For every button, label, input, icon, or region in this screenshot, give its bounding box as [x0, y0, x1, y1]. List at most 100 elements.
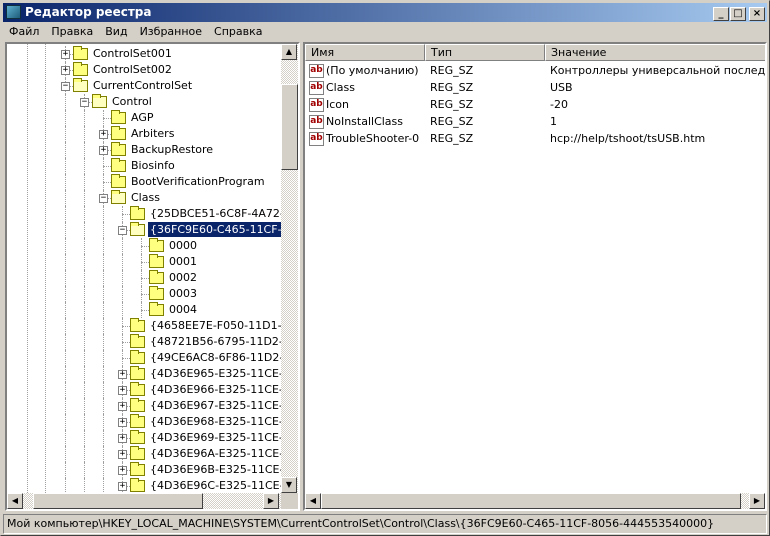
column-header-data[interactable]: Значение	[545, 44, 765, 61]
tree-node[interactable]: + ControlSet001	[7, 46, 277, 62]
tree-node-label[interactable]: 0004	[167, 302, 199, 317]
tree-node-label[interactable]: {4D36E96B-E325-11CE-BFC	[148, 462, 298, 477]
tree-node[interactable]: 0003	[7, 286, 277, 302]
tree-node[interactable]: − CurrentControlSet	[7, 78, 277, 94]
tree-node[interactable]: AGP	[7, 110, 277, 126]
tree-node-label[interactable]: ControlSet001	[91, 46, 174, 61]
tree-node[interactable]: 0002	[7, 270, 277, 286]
tree-hscroll-thumb[interactable]	[33, 493, 203, 509]
menu-help[interactable]: Справка	[208, 23, 268, 41]
tree-node-label[interactable]: {25DBCE51-6C8F-4A72-8A6	[148, 206, 298, 221]
tree-node-label[interactable]: {4D36E965-E325-11CE-BFC	[148, 366, 298, 381]
tree-node[interactable]: {48721B56-6795-11D2-B1A	[7, 334, 298, 350]
values-horizontal-scrollbar[interactable]: ◀ ▶	[305, 493, 765, 509]
tree-node[interactable]: + {4D36E96B-E325-11CE-BFC	[7, 462, 298, 478]
tree-node[interactable]: {25DBCE51-6C8F-4A72-8A6	[7, 206, 298, 222]
tree-node-label[interactable]: {48721B56-6795-11D2-B1A	[148, 334, 298, 349]
tree-node[interactable]: + {4D36E965-E325-11CE-BFC	[7, 366, 298, 382]
key-tree-pane[interactable]: + ControlSet001 + ControlSet002− CurrentCont…	[5, 42, 300, 511]
tree-node[interactable]: 0001	[7, 254, 277, 270]
tree-node-label[interactable]: 0001	[167, 254, 199, 269]
tree-node[interactable]: Biosinfo	[7, 158, 277, 174]
tree-node-label[interactable]: BootVerificationProgram	[129, 174, 267, 189]
minimize-button[interactable]: _	[713, 7, 729, 21]
tree-node[interactable]: {4658EE7E-F050-11D1-B6B	[7, 318, 298, 334]
expand-plus-icon[interactable]: +	[118, 402, 127, 411]
tree-node[interactable]: 0000	[7, 238, 277, 254]
scroll-up-button[interactable]: ▲	[281, 44, 297, 60]
value-row[interactable]: ab (По умолчанию) REG_SZ Контроллеры уни…	[305, 63, 765, 79]
tree-node[interactable]: − Class	[7, 190, 277, 206]
expand-plus-icon[interactable]: +	[118, 434, 127, 443]
menu-view[interactable]: Вид	[99, 23, 133, 41]
value-row[interactable]: ab TroubleShooter-0 REG_SZ hcp://help/ts…	[305, 131, 765, 147]
menu-favorites[interactable]: Избранное	[134, 23, 208, 41]
values-list-pane[interactable]: Имя Тип Значение ab (По умолчанию) REG_S…	[303, 42, 767, 511]
tree-node-label[interactable]: Class	[129, 190, 162, 205]
tree-node-label[interactable]: Arbiters	[129, 126, 176, 141]
tree-node-label[interactable]: {4D36E968-E325-11CE-BFC	[148, 414, 298, 429]
tree-node-label[interactable]: CurrentControlSet	[91, 78, 194, 93]
close-button[interactable]: ×	[749, 7, 765, 21]
collapse-minus-icon[interactable]: −	[99, 194, 108, 203]
tree-node-label[interactable]: {4D36E967-E325-11CE-BFC	[148, 398, 298, 413]
scroll-right-button[interactable]: ▶	[263, 493, 279, 509]
tree-node-label[interactable]: 0003	[167, 286, 199, 301]
tree-node-label[interactable]: Control	[110, 94, 154, 109]
scroll-left-button[interactable]: ◀	[7, 493, 23, 509]
expand-plus-icon[interactable]: +	[118, 482, 127, 491]
tree-node-label[interactable]: {4D36E969-E325-11CE-BFC	[148, 430, 298, 445]
tree-node[interactable]: + {4D36E968-E325-11CE-BFC	[7, 414, 298, 430]
tree-node-label[interactable]: 0000	[167, 238, 199, 253]
menu-edit[interactable]: Правка	[45, 23, 99, 41]
expand-plus-icon[interactable]: +	[99, 130, 108, 139]
tree-node-label[interactable]: AGP	[129, 110, 156, 125]
tree-node[interactable]: + {4D36E966-E325-11CE-BFC	[7, 382, 298, 398]
scroll-left-button[interactable]: ◀	[305, 493, 321, 509]
collapse-minus-icon[interactable]: −	[61, 82, 70, 91]
tree-node-label[interactable]: {4D36E966-E325-11CE-BFC	[148, 382, 298, 397]
tree-node[interactable]: + {4D36E96A-E325-11CE-BFC	[7, 446, 298, 462]
collapse-minus-icon[interactable]: −	[80, 98, 89, 107]
expand-plus-icon[interactable]: +	[118, 418, 127, 427]
tree-node-label[interactable]: {49CE6AC8-6F86-11D2-B1E	[148, 350, 298, 365]
column-header-name[interactable]: Имя	[305, 44, 425, 61]
tree-node-label[interactable]: Biosinfo	[129, 158, 177, 173]
expand-plus-icon[interactable]: +	[118, 466, 127, 475]
tree-node-label[interactable]: {4658EE7E-F050-11D1-B6B	[148, 318, 298, 333]
tree-node[interactable]: {49CE6AC8-6F86-11D2-B1E	[7, 350, 298, 366]
tree-vertical-scrollbar[interactable]: ▲ ▼	[281, 44, 298, 493]
values-hscroll-thumb[interactable]	[321, 493, 741, 509]
expand-plus-icon[interactable]: +	[61, 50, 70, 59]
tree-node[interactable]: − {36FC9E60-C465-11CF-805	[7, 221, 298, 238]
tree-node-label[interactable]: BackupRestore	[129, 142, 215, 157]
collapse-minus-icon[interactable]: −	[118, 226, 127, 235]
tree-horizontal-scrollbar[interactable]: ◀ ▶	[7, 493, 281, 509]
tree-node-label[interactable]: ControlSet002	[91, 62, 174, 77]
column-header-type[interactable]: Тип	[425, 44, 545, 61]
tree-node-label[interactable]: {4D36E96A-E325-11CE-BFC	[148, 446, 298, 461]
tree-node-label[interactable]: {36FC9E60-C465-11CF-805	[147, 221, 298, 238]
tree-node[interactable]: 0004	[7, 302, 277, 318]
maximize-button[interactable]: □	[730, 7, 746, 21]
tree-node[interactable]: − Control	[7, 94, 277, 110]
tree-node[interactable]: + BackupRestore	[7, 142, 277, 158]
tree-node[interactable]: + {4D36E969-E325-11CE-BFC	[7, 430, 298, 446]
value-row[interactable]: ab Class REG_SZ USB	[305, 80, 765, 96]
expand-plus-icon[interactable]: +	[61, 66, 70, 75]
tree-vscroll-thumb[interactable]	[281, 84, 298, 170]
value-row[interactable]: ab Icon REG_SZ -20	[305, 97, 765, 113]
tree-node[interactable]: + Arbiters	[7, 126, 277, 142]
expand-plus-icon[interactable]: +	[118, 386, 127, 395]
scroll-down-button[interactable]: ▼	[281, 477, 297, 493]
expand-plus-icon[interactable]: +	[99, 146, 108, 155]
expand-plus-icon[interactable]: +	[118, 370, 127, 379]
tree-node-label[interactable]: 0002	[167, 270, 199, 285]
tree-node-label[interactable]: {4D36E96C-E325-11CE-BFC	[148, 478, 298, 493]
tree-node[interactable]: BootVerificationProgram	[7, 174, 277, 190]
tree-node[interactable]: + {4D36E967-E325-11CE-BFC	[7, 398, 298, 414]
tree-node[interactable]: + ControlSet002	[7, 62, 277, 78]
menu-file[interactable]: Файл	[3, 23, 45, 41]
expand-plus-icon[interactable]: +	[118, 450, 127, 459]
value-row[interactable]: ab NoInstallClass REG_SZ 1	[305, 114, 765, 130]
